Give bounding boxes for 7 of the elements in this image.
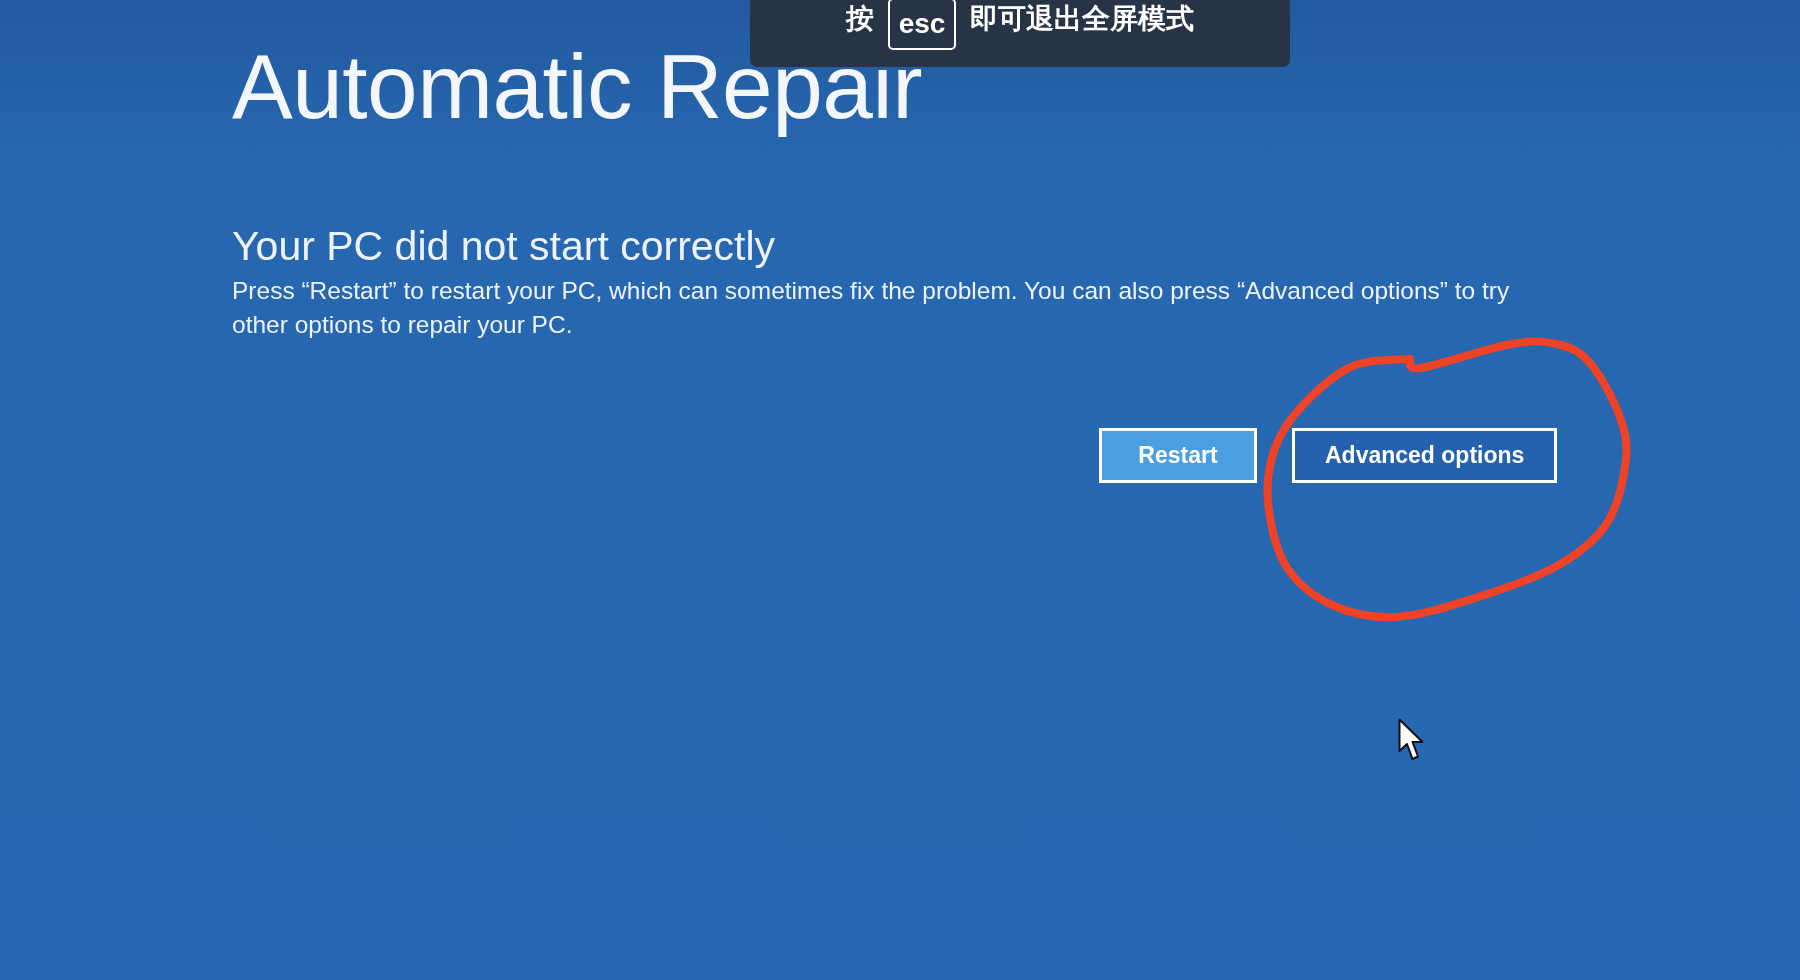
- mouse-pointer-icon: [1398, 718, 1424, 762]
- action-button[interactable]: Advanced options: [1292, 428, 1558, 484]
- error-heading: Your PC did not start correctly: [232, 223, 777, 271]
- error-message: Press “Restart” to restart your PC, which can sometimes fix the problem. You can also press “Advanced options” to try other options to repair your PC.: [232, 276, 1511, 341]
- notice-text: 即可退出全屏模式: [970, 1, 1195, 37]
- notice-text: 按: [845, 1, 874, 37]
- esc-key: esc: [887, 0, 957, 50]
